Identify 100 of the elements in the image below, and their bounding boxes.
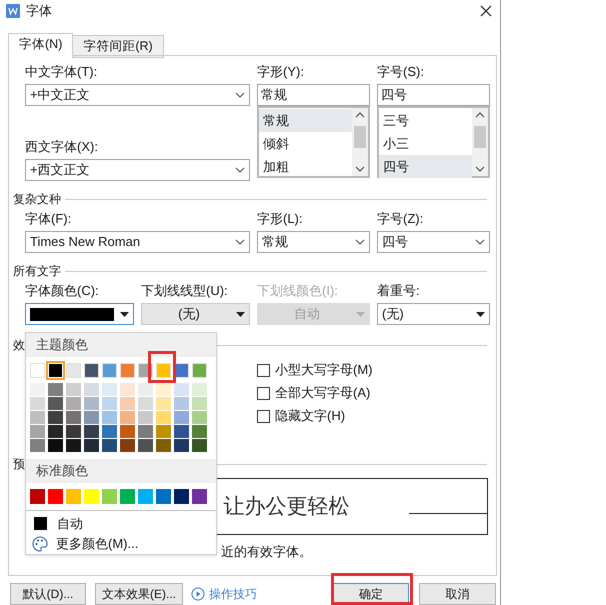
color-swatch[interactable] [120,489,135,504]
color-swatch[interactable] [48,425,63,438]
color-swatch[interactable] [192,489,207,504]
color-swatch[interactable] [174,383,189,396]
color-swatch[interactable] [156,489,171,504]
list-box[interactable]: 常规 倾斜 加粗 [257,106,370,178]
color-swatch[interactable] [156,363,171,378]
dropdown[interactable]: Times New Roman [25,231,250,253]
list-item[interactable]: 三号 [379,109,472,132]
color-swatch[interactable] [156,383,171,396]
color-swatch[interactable] [120,411,135,424]
menu-item[interactable]: 更多颜色(M)... [26,534,216,554]
color-swatch[interactable] [84,363,99,378]
color-swatch[interactable] [174,439,189,452]
checkbox[interactable] [257,364,270,376]
color-swatch[interactable] [102,363,117,378]
color-swatch[interactable] [84,425,99,438]
color-swatch[interactable] [120,439,135,452]
color-swatch[interactable] [30,411,45,424]
scrollbar-drawing[interactable] [472,108,488,176]
color-swatch[interactable] [192,439,207,452]
color-swatch[interactable] [138,489,153,504]
color-swatch[interactable] [102,439,117,452]
color-swatch[interactable] [192,363,207,378]
dropdown[interactable]: +中文正文 [25,84,250,106]
color-swatch[interactable] [48,397,63,410]
color-swatch[interactable] [84,383,99,396]
color-swatch[interactable] [66,363,81,378]
menu-item[interactable]: 自动 [26,513,216,534]
color-swatch[interactable] [84,439,99,452]
dropdown[interactable]: +西文正文 [25,159,250,181]
color-swatch[interactable] [192,397,207,410]
color-swatch[interactable] [174,411,189,424]
color-swatch[interactable] [102,489,117,504]
color-swatch[interactable] [30,397,45,410]
color-swatch[interactable] [102,411,117,424]
color-swatch[interactable] [192,411,207,424]
color-swatch[interactable] [138,425,153,438]
color-swatch[interactable] [138,383,153,396]
color-swatch[interactable] [192,425,207,438]
list-item[interactable]: 四号 [379,155,472,178]
dropdown[interactable]: (无) [377,303,490,325]
tab[interactable]: 字符间距(R) [72,35,164,58]
color-swatch[interactable] [102,397,117,410]
color-swatch[interactable] [156,439,171,452]
list-item[interactable]: 加粗 [259,155,352,178]
color-swatch[interactable] [48,439,63,452]
checkbox[interactable] [257,386,270,400]
color-swatch[interactable] [30,439,45,452]
dialog-button[interactable]: 文本效果(E)... [95,583,183,605]
section-title: 复杂文种 [13,191,61,208]
text-field[interactable]: 四号 [377,84,490,106]
list-box[interactable]: 三号 小三 四号 [377,106,490,178]
dialog-button[interactable]: 取消 [419,583,496,605]
tab[interactable]: 字体(N) [8,33,74,56]
list-item[interactable]: 小三 [379,132,472,155]
dropdown[interactable]: 四号 [377,231,490,253]
list-item[interactable]: 常规 [259,109,352,132]
color-swatch[interactable] [192,383,207,396]
color-swatch[interactable] [156,397,171,410]
color-swatch[interactable] [48,489,63,504]
color-swatch[interactable] [138,439,153,452]
dropdown[interactable]: 常规 [257,231,370,253]
color-swatch[interactable] [66,411,81,424]
color-swatch[interactable] [84,489,99,504]
color-swatch[interactable] [30,383,45,396]
scrollbar-drawing[interactable] [352,108,368,176]
color-swatch[interactable] [174,425,189,438]
color-swatch[interactable] [156,411,171,424]
color-swatch[interactable] [102,425,117,438]
dropdown[interactable]: (无) [141,303,250,325]
color-swatch[interactable] [30,363,45,378]
color-swatch[interactable] [156,425,171,438]
color-swatch[interactable] [66,439,81,452]
color-swatch[interactable] [84,397,99,410]
color-dropdown[interactable] [25,303,134,325]
color-swatch[interactable] [66,489,81,504]
color-swatch[interactable] [84,411,99,424]
color-swatch[interactable] [30,425,45,438]
color-swatch[interactable] [120,383,135,396]
color-swatch[interactable] [120,363,135,378]
color-swatch[interactable] [66,425,81,438]
color-swatch[interactable] [30,489,45,504]
color-swatch[interactable] [174,397,189,410]
checkbox[interactable] [257,410,270,422]
color-swatch[interactable] [120,397,135,410]
text-field[interactable]: 常规 [257,84,370,106]
color-swatch[interactable] [138,397,153,410]
dialog-button[interactable]: 默认(D)... [10,583,86,605]
color-swatch[interactable] [66,397,81,410]
color-swatch[interactable] [48,411,63,424]
close-icon[interactable] [480,5,492,17]
color-swatch[interactable] [102,383,117,396]
color-swatch[interactable] [120,425,135,438]
color-swatch[interactable] [138,411,153,424]
list-item[interactable]: 倾斜 [259,132,352,155]
color-swatch[interactable] [66,383,81,396]
color-swatch[interactable] [48,383,63,396]
help-link[interactable]: 操作技巧 [191,585,257,603]
color-swatch[interactable] [174,489,189,504]
